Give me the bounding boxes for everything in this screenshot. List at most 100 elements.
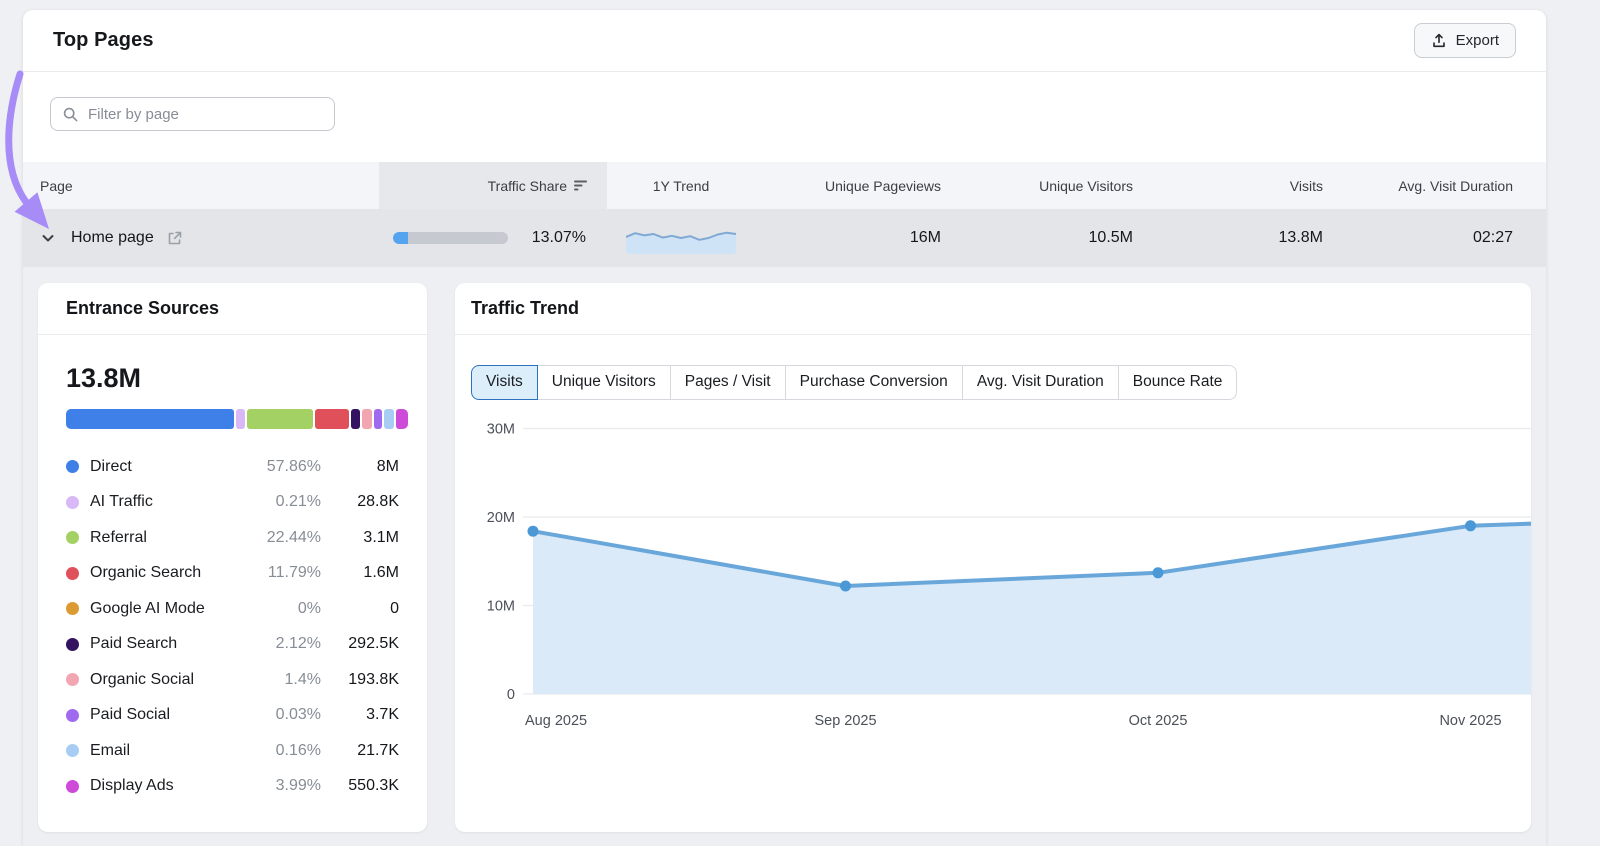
page-name[interactable]: Home page — [71, 229, 154, 247]
source-label: Email — [90, 741, 131, 759]
entrance-sources-title: Entrance Sources — [38, 283, 427, 335]
source-value: 28.8K — [357, 493, 399, 511]
column-header-traffic-share[interactable]: Traffic Share — [379, 162, 607, 209]
source-row-paid-social: Paid Social 0.03% 3.7K — [66, 698, 399, 734]
svg-text:Nov 2025: Nov 2025 — [1439, 713, 1501, 729]
table-header: Page Traffic Share 1Y Trend Unique Pagev… — [23, 162, 1546, 209]
table-row[interactable]: Home page 13.07% 16M 10.5M 13.8M 02:27 — [23, 209, 1546, 267]
svg-text:0: 0 — [507, 687, 515, 703]
filter-input-wrapper[interactable] — [50, 97, 335, 131]
source-value: 8M — [376, 457, 399, 475]
source-percent: 0.03% — [275, 706, 321, 724]
column-header-unique-visitors[interactable]: Unique Visitors — [941, 178, 1133, 194]
source-row-email: Email 0.16% 21.7K — [66, 733, 399, 769]
source-percent: 0.21% — [275, 493, 321, 511]
external-link-icon[interactable] — [166, 230, 183, 247]
column-header-unique-pageviews[interactable]: Unique Pageviews — [755, 178, 941, 194]
avg-visit-duration-value: 02:27 — [1472, 229, 1513, 246]
source-label: AI Traffic — [90, 493, 153, 511]
tab-visits[interactable]: Visits — [471, 365, 538, 400]
bar-segment-referral — [246, 409, 314, 429]
source-value: 3.1M — [363, 528, 399, 546]
svg-text:30M: 30M — [487, 422, 515, 438]
column-header-visits[interactable]: Visits — [1133, 178, 1323, 194]
expanded-row-section: Entrance Sources 13.8M Direct 57.86% 8M AI … — [23, 267, 1546, 846]
source-color-dot — [66, 673, 79, 687]
source-color-dot — [66, 566, 79, 580]
source-percent: 22.44% — [266, 528, 321, 546]
tab-pages-visit[interactable]: Pages / Visit — [669, 365, 786, 400]
source-color-dot — [66, 744, 79, 758]
bar-segment-display-ads — [395, 409, 409, 429]
source-color-dot — [66, 779, 79, 793]
source-value: 1.6M — [363, 564, 399, 582]
source-row-paid-search: Paid Search 2.12% 292.5K — [66, 627, 399, 663]
one-year-trend-sparkline — [626, 222, 736, 254]
column-header-page[interactable]: Page — [23, 178, 379, 194]
source-percent: 2.12% — [275, 635, 321, 653]
trend-sparkline-cell — [607, 222, 755, 254]
source-value: 0 — [390, 599, 399, 617]
source-percent: 0% — [297, 599, 321, 617]
traffic-share-value: 13.07% — [531, 229, 586, 246]
traffic-trend-title: Traffic Trend — [455, 283, 1531, 335]
source-row-organic-social: Organic Social 1.4% 193.8K — [66, 662, 399, 698]
source-label: Paid Social — [90, 706, 171, 724]
source-label: Direct — [90, 457, 132, 475]
visits-value: 13.8M — [1278, 229, 1323, 246]
traffic-share-bar — [393, 232, 508, 244]
traffic-share-bar-fill — [393, 232, 409, 244]
source-label: Referral — [90, 528, 147, 546]
entrance-sources-body: 13.8M Direct 57.86% 8M AI Traffic 0.21% 28.8K… — [38, 335, 427, 804]
svg-text:Aug 2025: Aug 2025 — [525, 713, 587, 729]
bar-segment-paid-search — [351, 409, 361, 429]
bar-segment-direct — [66, 409, 235, 429]
sort-descending-icon — [574, 179, 589, 192]
metric-tabs: Visits Unique Visitors Pages / Visit Purcha… — [471, 365, 1238, 400]
source-color-dot — [66, 637, 79, 651]
source-color-dot — [66, 531, 79, 545]
source-value: 21.7K — [357, 741, 399, 759]
source-percent: 11.79% — [267, 564, 321, 582]
unique-visitors-value: 10.5M — [1088, 229, 1133, 246]
column-header-avg-visit-duration[interactable]: Avg. Visit Duration — [1323, 178, 1513, 194]
card-header: Top Pages Export — [23, 10, 1546, 72]
bar-segment-ai-traffic — [236, 409, 245, 429]
source-row-ai-traffic: AI Traffic 0.21% 28.8K — [66, 485, 399, 521]
source-value: 550.3K — [348, 777, 399, 795]
traffic-trend-chart: 0 10M 20M 30M Aug 2025 Sep 2025 Oct 2025 Nov 20… — [471, 416, 1531, 741]
source-row-referral: Referral 22.44% 3.1M — [66, 520, 399, 556]
source-row-organic-search: Organic Search 11.79% 1.6M — [66, 556, 399, 592]
tab-bounce-rate[interactable]: Bounce Rate — [1117, 365, 1238, 400]
source-percent: 3.99% — [275, 777, 321, 795]
source-label: Google AI Mode — [90, 599, 205, 617]
page-cell: Home page — [23, 229, 379, 247]
source-row-display-ads: Display Ads 3.99% 550.3K — [66, 769, 399, 805]
svg-text:Sep 2025: Sep 2025 — [814, 713, 876, 729]
source-row-direct: Direct 57.86% 8M — [66, 449, 399, 485]
column-header-1y-trend[interactable]: 1Y Trend — [607, 178, 755, 194]
source-value: 3.7K — [366, 706, 399, 724]
svg-text:10M: 10M — [487, 599, 515, 615]
source-label: Organic Search — [90, 564, 202, 582]
tab-avg-visit-duration[interactable]: Avg. Visit Duration — [961, 365, 1119, 400]
chevron-down-icon[interactable] — [40, 230, 56, 246]
export-button[interactable]: Export — [1413, 23, 1516, 58]
traffic-share-cell: 13.07% — [379, 229, 607, 247]
source-color-dot — [66, 495, 79, 509]
tab-unique-visitors[interactable]: Unique Visitors — [536, 365, 671, 400]
top-pages-card: Top Pages Export Page — [23, 10, 1546, 846]
bar-segment-paid-social — [373, 409, 383, 429]
source-value: 292.5K — [348, 635, 399, 653]
tab-purchase-conversion[interactable]: Purchase Conversion — [784, 365, 963, 400]
bar-segment-organic-social — [362, 409, 372, 429]
svg-text:Oct 2025: Oct 2025 — [1129, 713, 1188, 729]
filter-input[interactable] — [88, 105, 323, 123]
source-row-google-ai-mode: Google AI Mode 0% 0 — [66, 591, 399, 627]
source-label: Paid Search — [90, 635, 178, 653]
source-value: 193.8K — [348, 670, 399, 688]
traffic-trend-body: Visits Unique Visitors Pages / Visit Purcha… — [455, 335, 1531, 741]
export-icon — [1431, 33, 1447, 49]
traffic-trend-panel: Traffic Trend Visits Unique Visitors Pages… — [455, 283, 1531, 832]
source-color-dot — [66, 708, 79, 722]
